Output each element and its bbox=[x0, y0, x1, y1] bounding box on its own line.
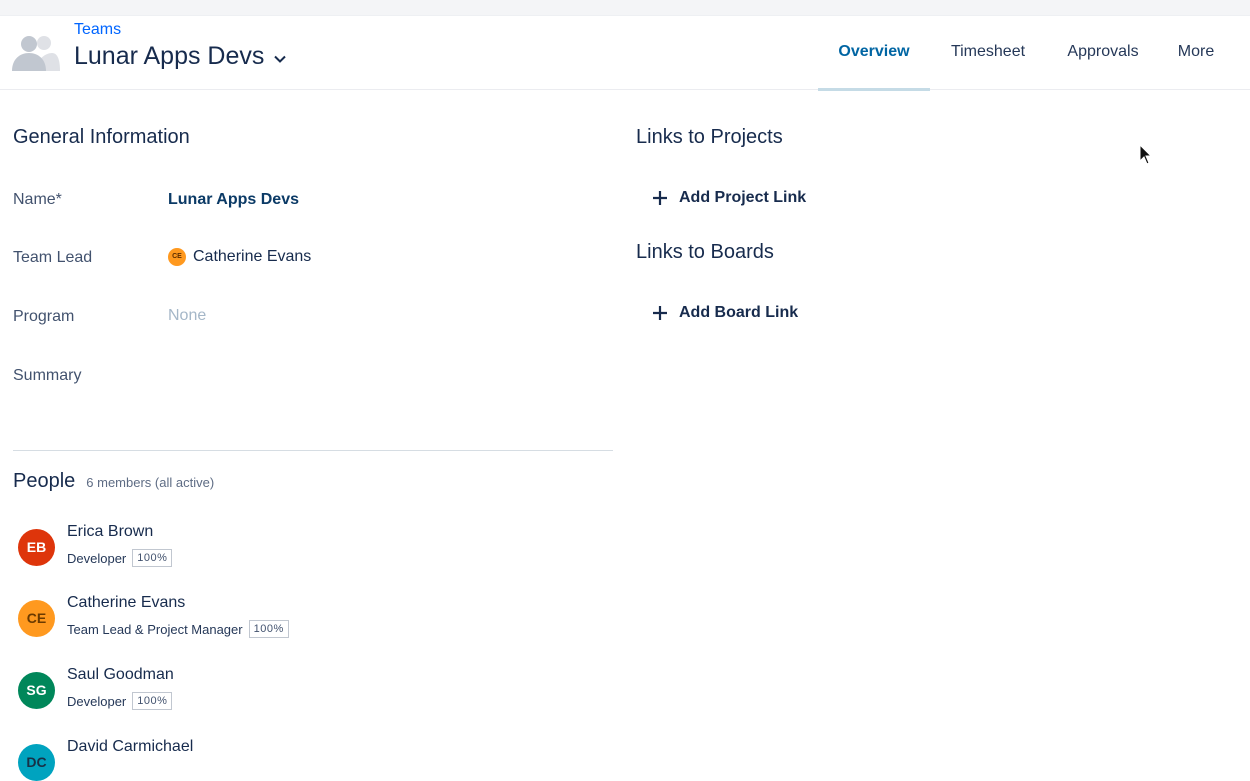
allocation-badge: 100% bbox=[248, 620, 289, 638]
team-people-icon bbox=[12, 36, 60, 71]
member-name[interactable]: Catherine Evans bbox=[67, 594, 185, 612]
tab-overview[interactable]: Overview bbox=[818, 16, 930, 91]
add-project-link-button[interactable]: Add Project Link bbox=[652, 189, 806, 207]
program-label: Program bbox=[13, 308, 75, 325]
tab-timesheet[interactable]: Timesheet bbox=[930, 16, 1046, 90]
tab-approvals[interactable]: Approvals bbox=[1046, 16, 1160, 90]
program-value[interactable]: None bbox=[168, 307, 206, 325]
member-role-row: Developer 100% bbox=[67, 549, 173, 567]
add-board-link-button[interactable]: Add Board Link bbox=[652, 304, 798, 322]
allocation-badge: 100% bbox=[132, 549, 173, 567]
name-value[interactable]: Lunar Apps Devs bbox=[168, 191, 299, 209]
team-lead-value[interactable]: CE Catherine Evans bbox=[168, 248, 311, 266]
avatar: CE bbox=[168, 248, 186, 266]
page-title: Lunar Apps Devs bbox=[74, 42, 265, 70]
member-role-row: Team Lead & Project Manager 100% bbox=[67, 620, 289, 638]
top-strip bbox=[0, 0, 1250, 16]
summary-label: Summary bbox=[13, 367, 82, 384]
page-header: Teams Lunar Apps Devs Overview Timesheet… bbox=[0, 16, 1250, 91]
people-heading: People 6 members (all active) bbox=[13, 470, 214, 493]
member-role: Developer bbox=[67, 550, 127, 566]
add-board-link-label: Add Board Link bbox=[679, 304, 799, 321]
summary-value[interactable] bbox=[168, 367, 588, 387]
member-name[interactable]: Erica Brown bbox=[67, 523, 153, 541]
name-label: Name* bbox=[13, 191, 62, 208]
member-count: 6 members (all active) bbox=[86, 475, 215, 490]
allocation-badge: 100% bbox=[132, 692, 173, 710]
member-name[interactable]: David Carmichael bbox=[67, 738, 193, 756]
member-role: Developer bbox=[67, 693, 127, 709]
mouse-cursor-icon bbox=[1139, 144, 1153, 165]
avatar: DC bbox=[18, 744, 55, 781]
section-divider bbox=[13, 450, 613, 451]
breadcrumb-teams[interactable]: Teams bbox=[74, 21, 121, 39]
links-to-boards-heading: Links to Boards bbox=[636, 241, 774, 263]
tab-more[interactable]: More bbox=[1160, 16, 1232, 90]
tab-bar: Overview Timesheet Approvals More bbox=[818, 16, 1250, 91]
avatar: EB bbox=[18, 529, 55, 566]
general-information-heading: General Information bbox=[13, 126, 190, 148]
team-lead-label: Team Lead bbox=[13, 249, 93, 266]
avatar: CE bbox=[18, 600, 55, 637]
team-lead-name: Catherine Evans bbox=[193, 248, 312, 265]
add-project-link-label: Add Project Link bbox=[679, 189, 807, 206]
links-to-projects-heading: Links to Projects bbox=[636, 126, 783, 148]
member-role-row: Developer 100% bbox=[67, 692, 173, 710]
avatar: SG bbox=[18, 672, 55, 709]
people-title: People bbox=[13, 470, 76, 492]
plus-icon bbox=[653, 191, 667, 205]
member-name[interactable]: Saul Goodman bbox=[67, 666, 174, 684]
member-role: Team Lead & Project Manager bbox=[67, 621, 243, 637]
plus-icon bbox=[653, 306, 667, 320]
team-name-dropdown[interactable]: Lunar Apps Devs bbox=[74, 42, 288, 71]
chevron-down-icon bbox=[274, 55, 287, 63]
